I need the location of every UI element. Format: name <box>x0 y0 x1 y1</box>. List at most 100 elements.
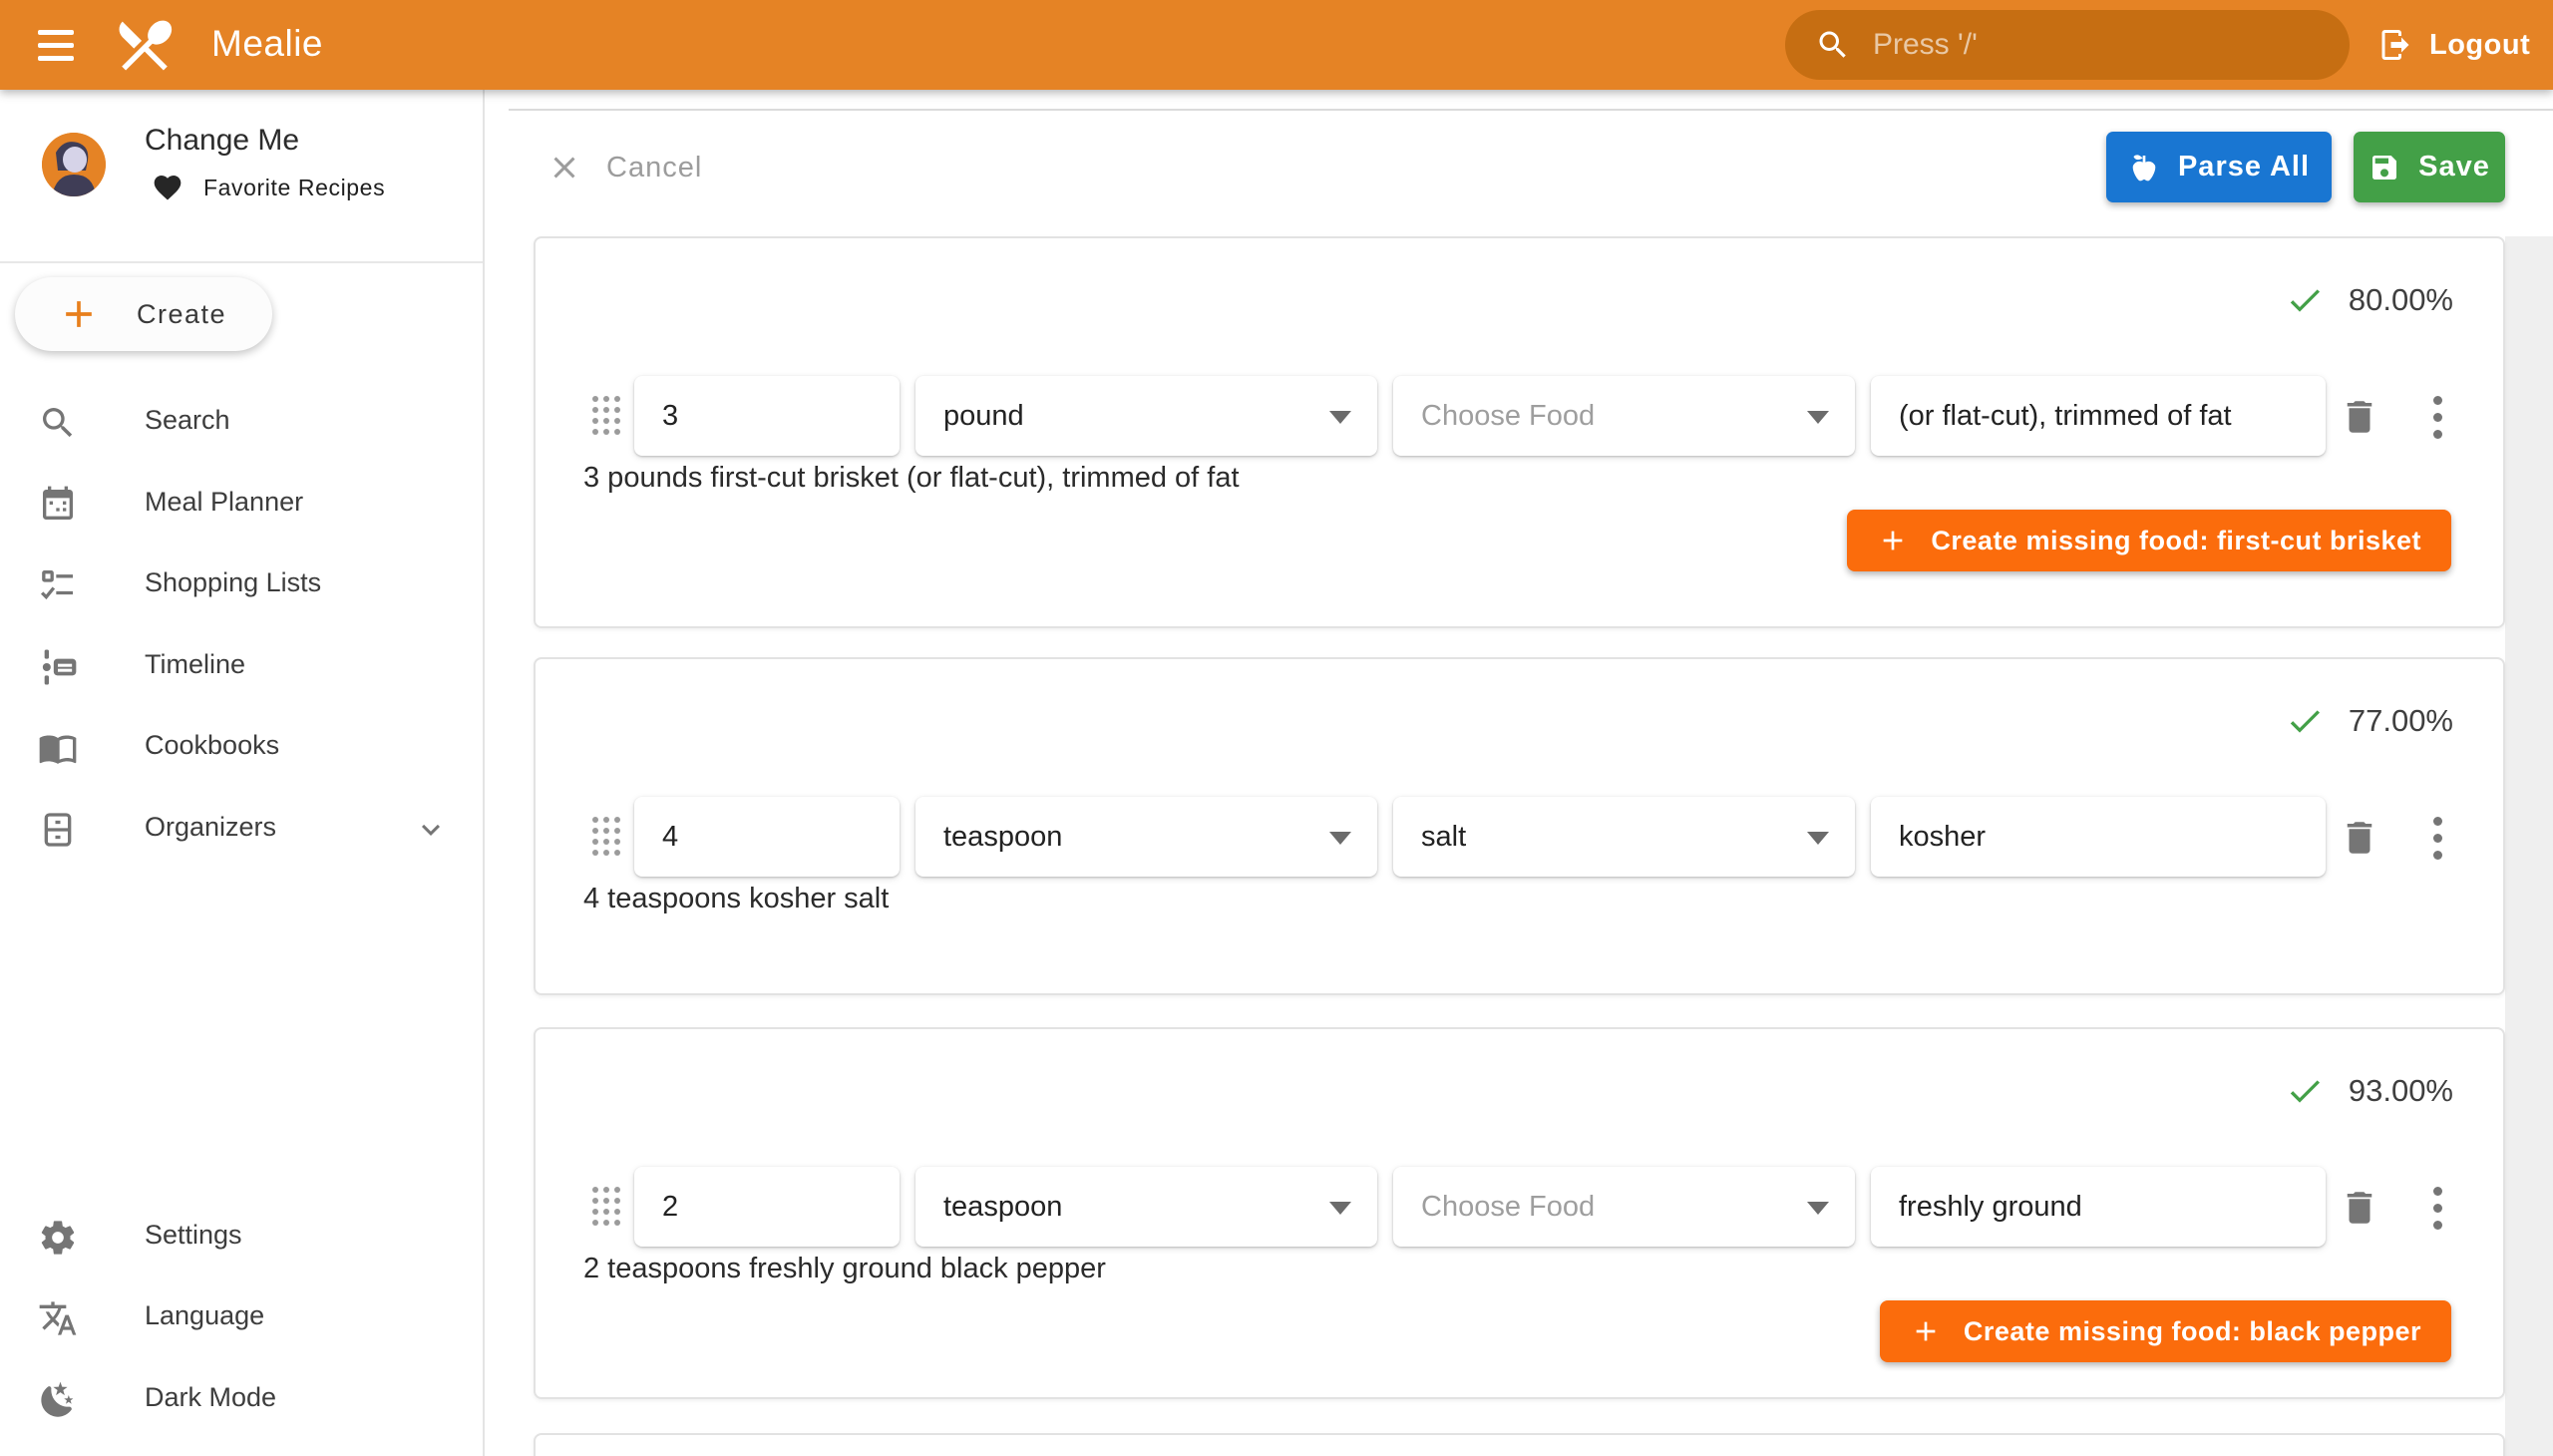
plus-icon <box>57 292 101 336</box>
quantity-value: 3 <box>662 400 678 433</box>
create-missing-food-button[interactable]: Create missing food: black pepper <box>1880 1300 2451 1362</box>
save-icon <box>2369 152 2400 183</box>
confidence-value: 77.00% <box>2349 703 2453 739</box>
check-icon <box>2285 701 2325 741</box>
search-icon <box>1815 27 1851 63</box>
hamburger-menu-icon[interactable] <box>36 25 76 65</box>
quantity-value: 4 <box>662 821 678 854</box>
create-label: Create <box>137 299 226 330</box>
ingredient-fields-row: 2 teaspoon Choose Food freshly ground <box>536 1167 2503 1247</box>
save-label: Save <box>2418 151 2490 183</box>
plus-icon <box>1910 1315 1942 1347</box>
delete-button[interactable] <box>2333 1181 2386 1235</box>
calendar-icon <box>38 485 78 525</box>
cancel-button[interactable]: Cancel <box>547 142 702 193</box>
note-input[interactable]: (or flat-cut), trimmed of fat <box>1871 376 2326 456</box>
sidebar-item-shopping-lists[interactable]: Shopping Lists <box>0 552 483 618</box>
search-placeholder: Press '/' <box>1873 28 1978 62</box>
check-icon <box>2285 280 2325 320</box>
sidebar-item-label: Dark Mode <box>145 1382 276 1413</box>
drag-handle-icon[interactable] <box>592 1187 620 1226</box>
trash-icon <box>2339 817 2380 859</box>
drag-handle-icon[interactable] <box>592 396 620 435</box>
food-placeholder: Choose Food <box>1421 400 1595 433</box>
unit-value: pound <box>943 400 1024 433</box>
chevron-down-icon <box>413 812 449 848</box>
delete-button[interactable] <box>2333 390 2386 444</box>
sidebar-item-label: Cookbooks <box>145 730 279 761</box>
note-value: kosher <box>1899 821 1986 854</box>
translate-icon <box>38 1298 78 1338</box>
scrollbar-track[interactable] <box>2505 236 2553 1456</box>
sidebar-item-label: Search <box>145 405 230 436</box>
food-select[interactable]: salt <box>1393 797 1855 877</box>
sidebar-item-search[interactable]: Search <box>0 390 483 456</box>
sidebar-item-meal-planner[interactable]: Meal Planner <box>0 472 483 538</box>
sidebar-item-label: Settings <box>145 1220 242 1251</box>
sidebar-item-timeline[interactable]: Timeline <box>0 634 483 700</box>
avatar[interactable] <box>42 133 106 196</box>
note-input[interactable]: kosher <box>1871 797 2326 877</box>
sidebar: Change Me Favorite Recipes Create Search… <box>0 90 485 1456</box>
moon-icon <box>38 1380 78 1420</box>
trash-icon <box>2339 396 2380 438</box>
sidebar-item-label: Organizers <box>145 812 276 843</box>
search-input[interactable]: Press '/' <box>1785 10 2350 80</box>
logout-label: Logout <box>2429 29 2530 62</box>
unit-select[interactable]: pound <box>915 376 1377 456</box>
favorite-recipes-label: Favorite Recipes <box>203 175 385 201</box>
gear-icon <box>38 1218 78 1258</box>
confidence-indicator: 80.00% <box>2285 280 2453 320</box>
create-missing-food-button[interactable]: Create missing food: first-cut brisket <box>1847 510 2451 571</box>
sidebar-item-cookbooks[interactable]: Cookbooks <box>0 715 483 781</box>
more-options-button[interactable] <box>2410 1181 2464 1235</box>
quantity-input[interactable]: 2 <box>634 1167 900 1247</box>
food-placeholder: Choose Food <box>1421 1191 1595 1224</box>
ingredient-card: 80.00% 3 pound Choose Food (or flat-cut)… <box>534 236 2505 628</box>
kebab-icon <box>2433 396 2442 439</box>
create-missing-food-label: Create missing food: black pepper <box>1964 1316 2421 1347</box>
food-select[interactable]: Choose Food <box>1393 376 1855 456</box>
note-input[interactable]: freshly ground <box>1871 1167 2326 1247</box>
trash-icon <box>2339 1187 2380 1229</box>
close-icon <box>547 150 582 185</box>
logout-button[interactable]: Logout <box>2377 18 2530 72</box>
content-top-divider <box>509 109 2553 111</box>
checklist-icon <box>38 565 78 605</box>
sidebar-item-organizers[interactable]: Organizers <box>0 797 483 863</box>
select-arrow-icon <box>1807 832 1829 845</box>
timeline-icon <box>38 647 78 687</box>
food-select[interactable]: Choose Food <box>1393 1167 1855 1247</box>
unit-value: teaspoon <box>943 1191 1062 1224</box>
delete-button[interactable] <box>2333 811 2386 865</box>
favorite-recipes-link[interactable]: Favorite Recipes <box>152 168 385 207</box>
more-options-button[interactable] <box>2410 811 2464 865</box>
create-button[interactable]: Create <box>15 277 272 351</box>
select-arrow-icon <box>1329 411 1351 424</box>
sidebar-item-label: Language <box>145 1300 264 1331</box>
user-name: Change Me <box>145 124 299 158</box>
more-options-button[interactable] <box>2410 390 2464 444</box>
quantity-input[interactable]: 4 <box>634 797 900 877</box>
parse-all-button[interactable]: Parse All <box>2106 132 2332 202</box>
quantity-input[interactable]: 3 <box>634 376 900 456</box>
save-button[interactable]: Save <box>2354 132 2505 202</box>
ingredient-card: 93.00% 2 teaspoon Choose Food freshly gr… <box>534 1027 2505 1399</box>
mealie-logo-silverware-icon[interactable] <box>112 12 178 78</box>
kebab-icon <box>2433 817 2442 860</box>
drag-handle-icon[interactable] <box>592 817 620 856</box>
app-title: Mealie <box>211 23 323 65</box>
select-arrow-icon <box>1329 1202 1351 1215</box>
quantity-value: 2 <box>662 1191 678 1224</box>
magnify-icon <box>38 403 78 443</box>
unit-select[interactable]: teaspoon <box>915 797 1377 877</box>
confidence-value: 93.00% <box>2349 1073 2453 1109</box>
sidebar-item-label: Meal Planner <box>145 487 303 518</box>
original-ingredient-text: 2 teaspoons freshly ground black pepper <box>583 1253 1106 1285</box>
sidebar-item-label: Timeline <box>145 649 245 680</box>
sidebar-item-settings[interactable]: Settings <box>0 1205 483 1271</box>
sidebar-item-dark-mode[interactable]: Dark Mode <box>0 1367 483 1433</box>
unit-select[interactable]: teaspoon <box>915 1167 1377 1247</box>
sidebar-item-language[interactable]: Language <box>0 1285 483 1351</box>
sidebar-divider <box>0 261 483 263</box>
